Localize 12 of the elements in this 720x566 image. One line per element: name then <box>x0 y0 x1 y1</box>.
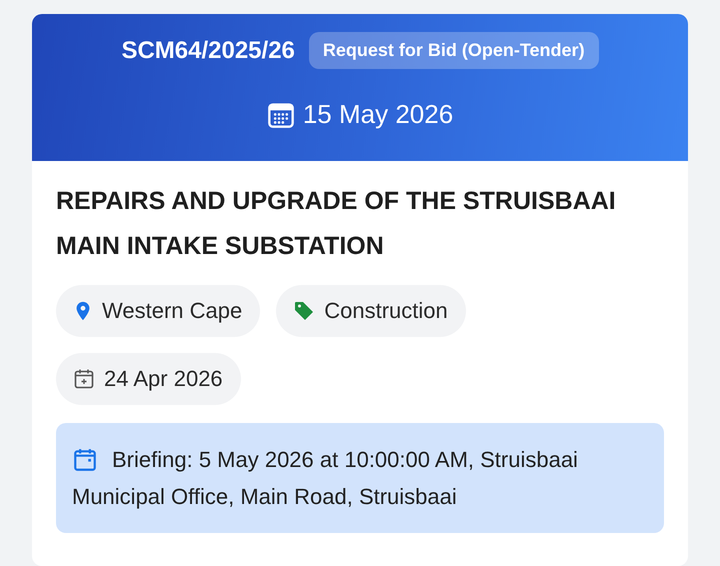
info-chip: Western Cape <box>56 285 260 337</box>
info-chip: 24 Apr 2026 <box>56 353 241 405</box>
info-chip: Construction <box>276 285 466 337</box>
calendar-plus-icon <box>72 367 96 391</box>
closing-date: 15 May 2026 <box>302 99 454 130</box>
calendar-icon <box>72 446 98 472</box>
tender-type-badge: Request for Bid (Open-Tender) <box>308 32 599 69</box>
tender-title: REPAIRS AND UPGRADE OF THE STRUISBAAI MAIN INTAKE SUBSTATION <box>56 186 617 262</box>
tender-reference: SCM64/2025/26 <box>121 36 295 64</box>
briefing-text: Municipal Office, Main Road, Struisbaai <box>72 483 457 511</box>
briefing-text: Briefing: 5 May 2026 at 10:00:00 AM, Struisbaai <box>112 446 578 474</box>
calendar-icon <box>266 100 295 128</box>
